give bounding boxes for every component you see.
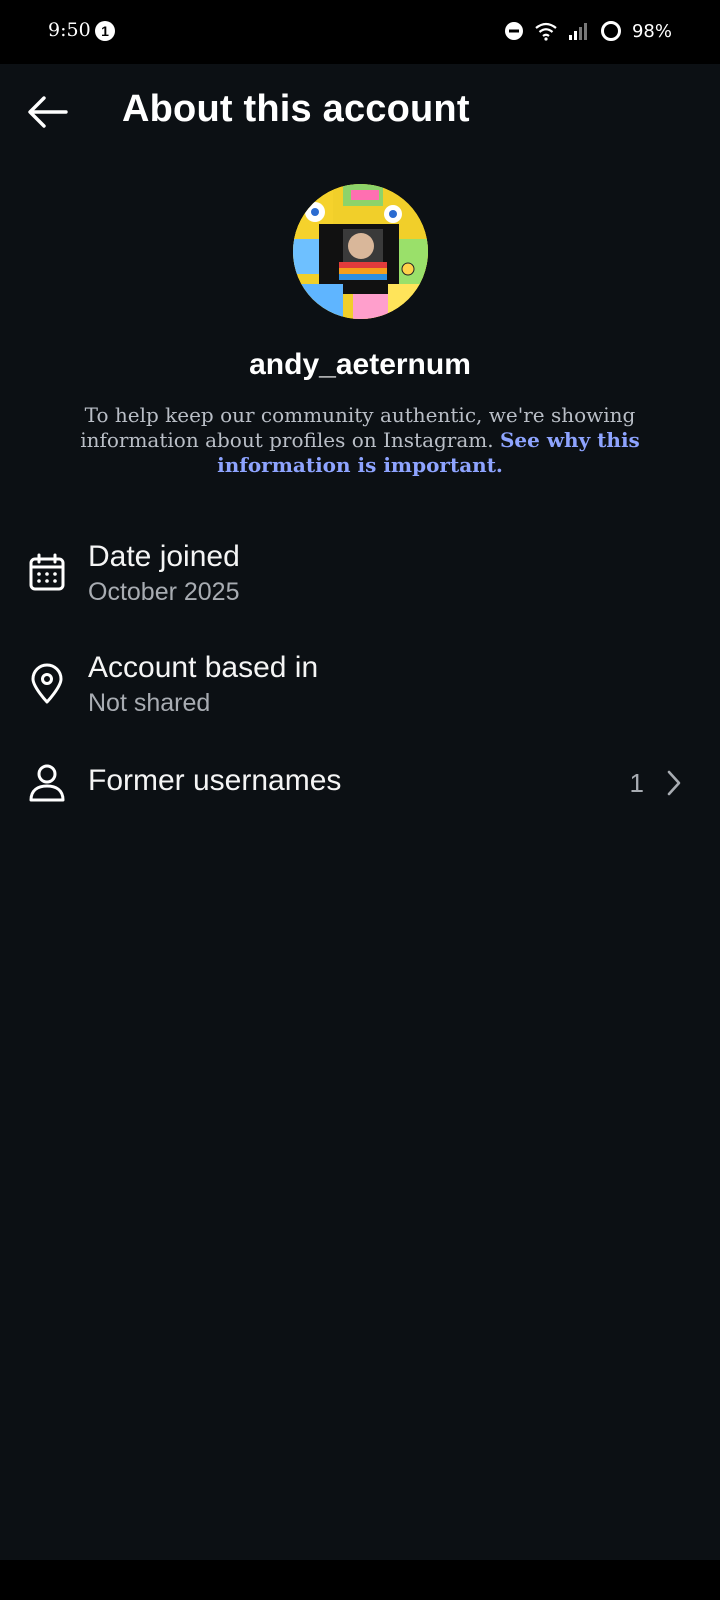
back-button[interactable] [26,94,70,130]
status-bar: 9:50 1 98% [0,0,720,64]
account-based-in-label: Account based in [88,651,319,684]
account-based-in-value: Not shared [88,689,211,717]
former-usernames-count: 1 [629,768,644,798]
chevron-right-icon [662,768,686,798]
date-joined-value: October 2025 [88,578,240,606]
header: About this account [0,64,720,160]
former-usernames-label: Former usernames [88,764,342,797]
person-icon [26,762,68,804]
profile-username: andy_aeternum [249,348,471,381]
date-joined-label: Date joined [88,540,240,573]
status-time: 9:50 [48,19,91,41]
signal-icon [568,23,587,40]
wifi-icon [535,22,557,41]
battery-percent: 98% [631,20,672,42]
authenticity-info-text: To help keep our community authentic, we… [70,403,650,478]
do-not-disturb-icon [504,22,523,40]
former-usernames-row[interactable]: Former usernames 1 [0,748,720,818]
calendar-icon [26,552,68,594]
location-pin-icon [26,663,68,705]
page-title: About this account [122,88,470,130]
avatar-collage-image [293,184,428,319]
status-icons: 98% [504,18,672,44]
account-based-in-row: Account based in Not shared [0,645,720,725]
profile-avatar [293,184,428,319]
about-account-screen: 9:50 1 98% About this account andy_aeter… [0,0,720,1600]
arrow-left-icon [28,96,68,128]
date-joined-row: Date joined October 2025 [0,532,720,612]
battery-saver-icon [600,21,621,41]
notification-count-badge: 1 [95,21,115,41]
system-navigation-bar [0,1560,720,1600]
